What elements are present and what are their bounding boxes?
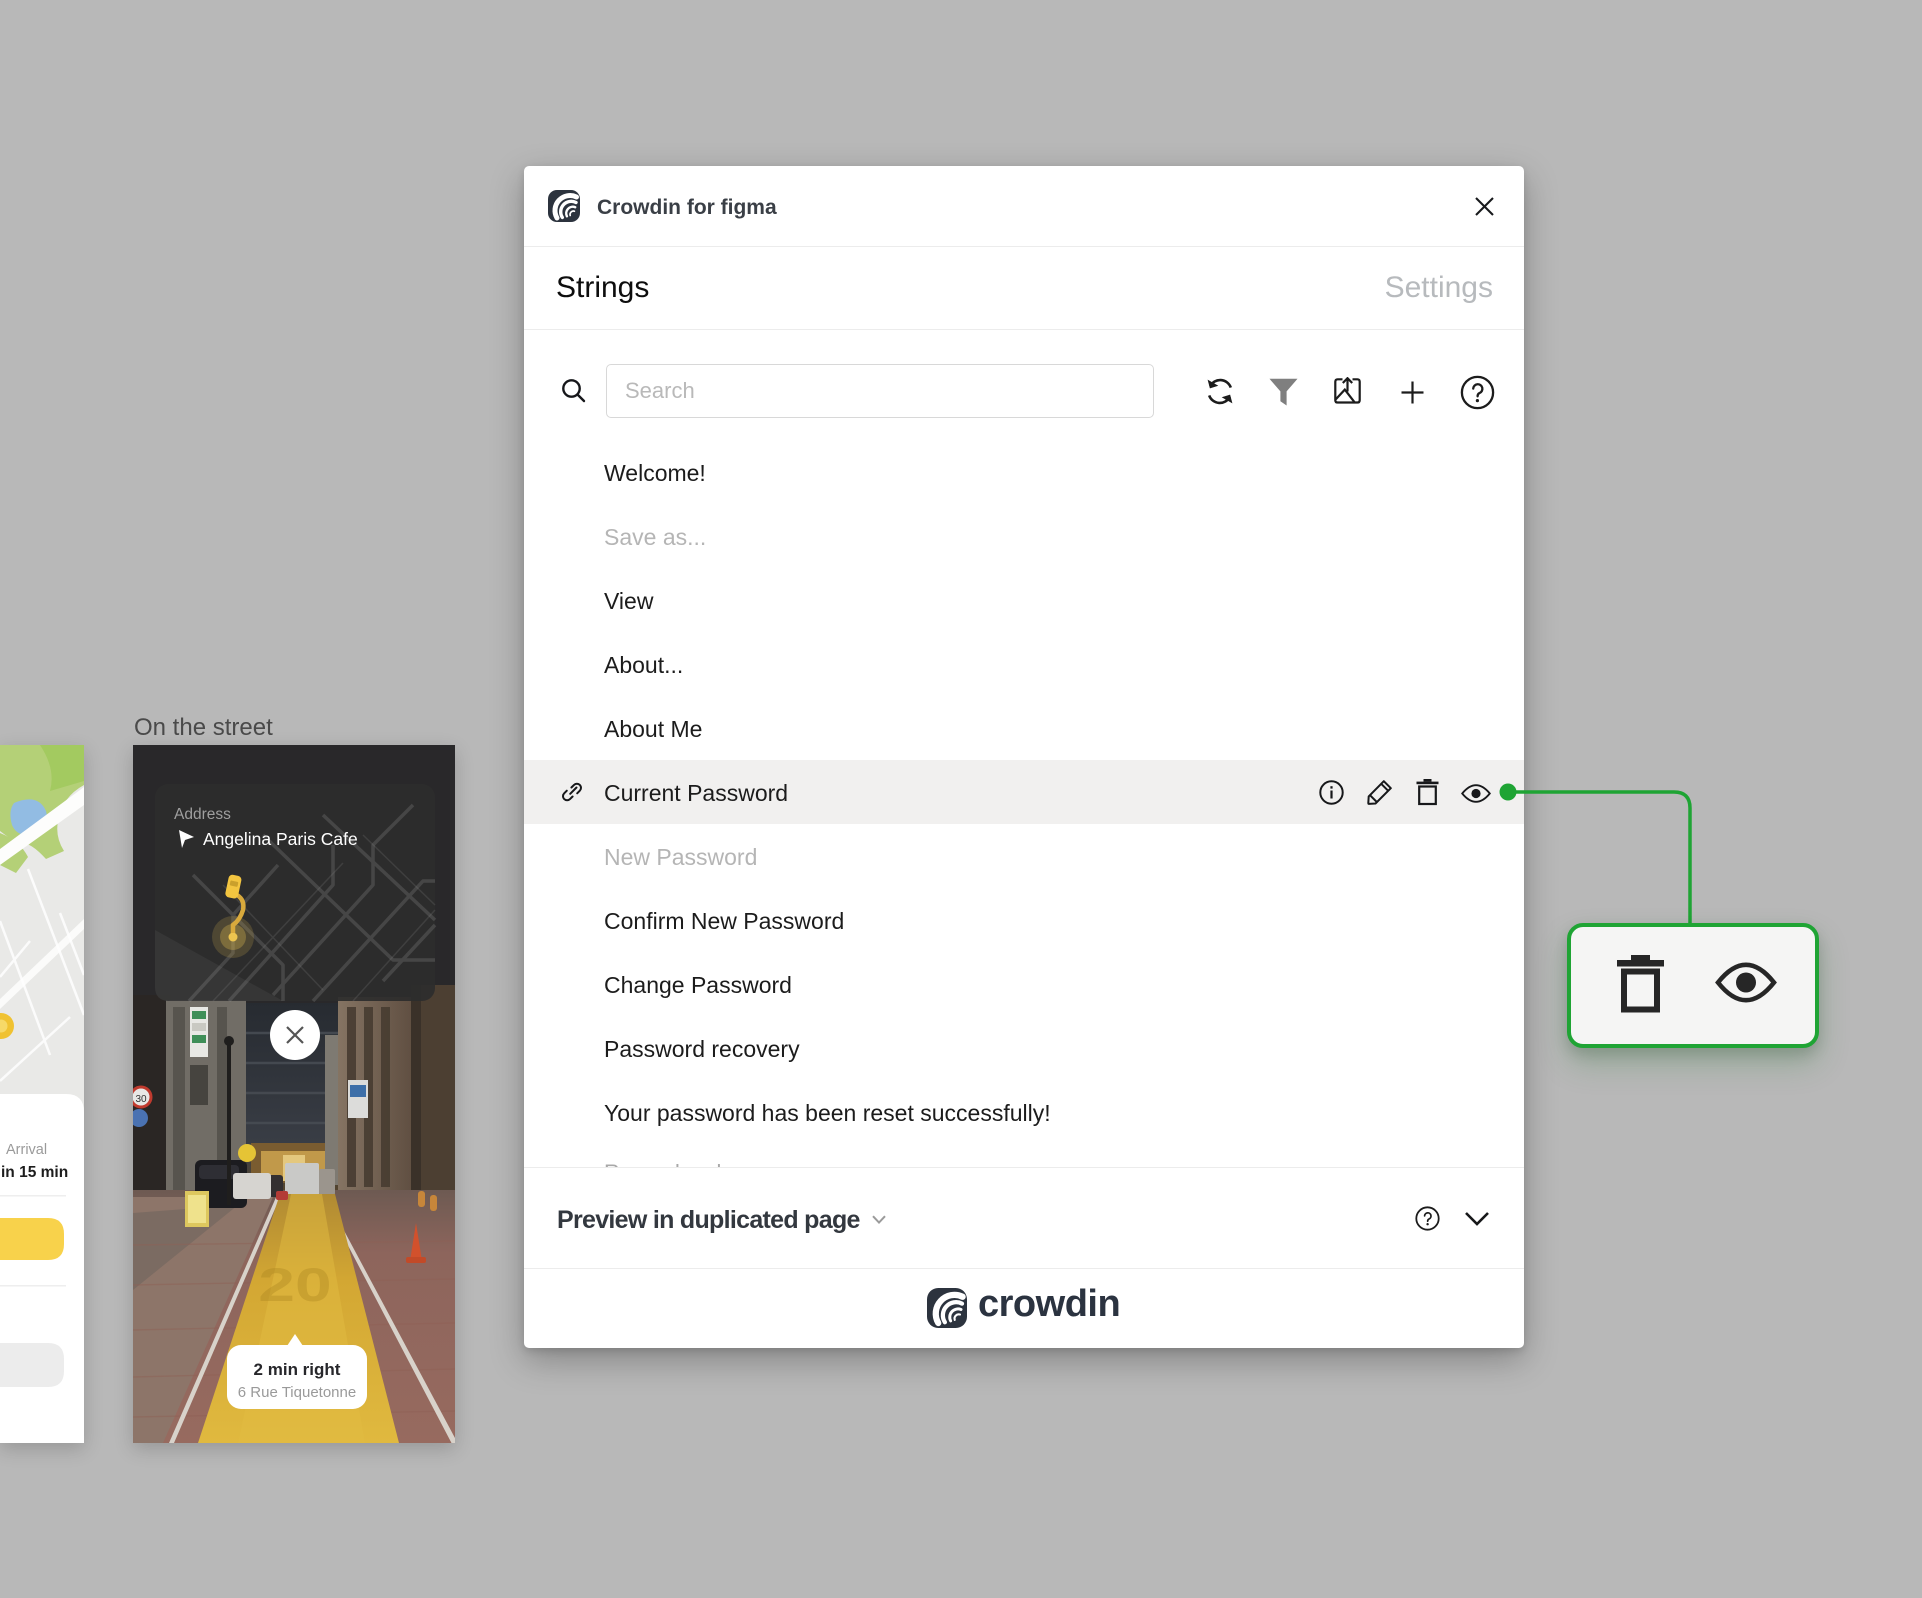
svg-text:6 Rue Tiquetonne: 6 Rue Tiquetonne	[238, 1384, 356, 1401]
svg-text:2 min right: 2 min right	[254, 1360, 341, 1379]
svg-text:in 15 min: in 15 min	[1, 1164, 68, 1181]
svg-text:Angelina Paris Cafe: Angelina Paris Cafe	[203, 829, 358, 849]
svg-text:20: 20	[258, 1259, 331, 1312]
svg-text:Arrival: Arrival	[6, 1142, 47, 1158]
svg-text:Address: Address	[174, 806, 231, 823]
svg-text:30: 30	[135, 1094, 147, 1105]
